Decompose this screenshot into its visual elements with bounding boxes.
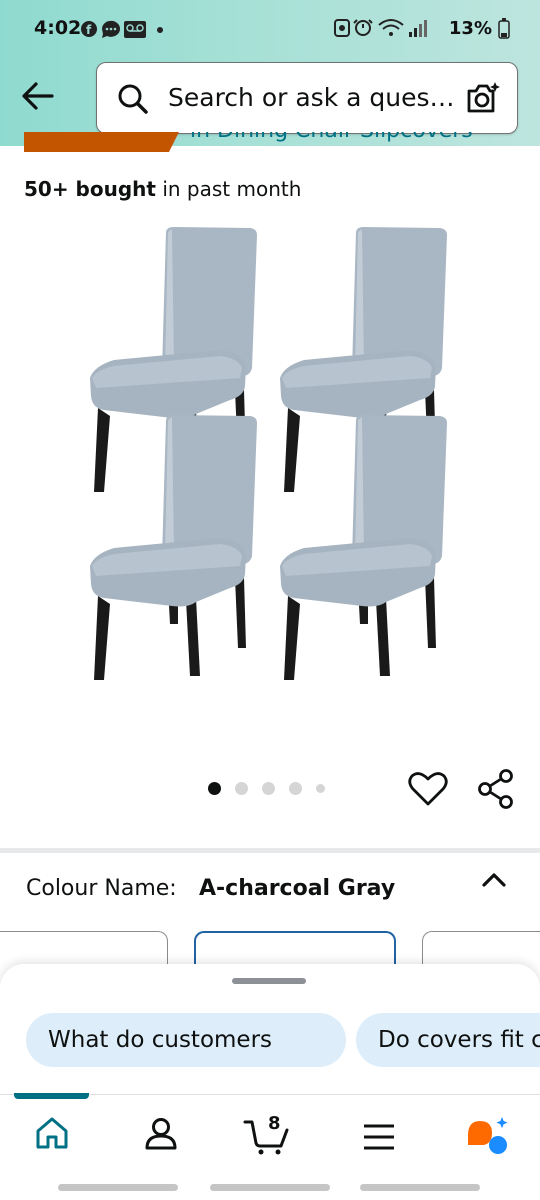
status-right-icons bbox=[333, 19, 427, 37]
rufus-icon[interactable] bbox=[464, 1115, 512, 1157]
gesture-bar bbox=[360, 1184, 480, 1191]
carousel-dot[interactable] bbox=[235, 782, 248, 795]
battery-icon bbox=[498, 18, 510, 39]
chevron-up-icon[interactable] bbox=[480, 870, 508, 890]
share-icon[interactable] bbox=[476, 768, 516, 810]
sheet-handle[interactable] bbox=[232, 978, 306, 984]
app-header: 4:02 f 13% Search or ask a ques… bbox=[0, 0, 540, 146]
home-icon[interactable] bbox=[34, 1115, 70, 1151]
bottom-nav bbox=[0, 1093, 540, 1181]
gesture-bar bbox=[210, 1184, 330, 1191]
battery-percent: 13% bbox=[448, 17, 492, 39]
menu-icon[interactable] bbox=[362, 1123, 396, 1151]
carousel-dot[interactable] bbox=[289, 782, 302, 795]
notification-icons: f bbox=[81, 20, 163, 38]
colour-value: A-charcoal Gray bbox=[199, 876, 396, 901]
cart-count: 8 bbox=[268, 1113, 281, 1134]
active-tab-indicator bbox=[14, 1093, 89, 1099]
search-placeholder: Search or ask a ques… bbox=[168, 83, 455, 112]
bought-count: 50+ bought bbox=[24, 177, 156, 201]
search-bar[interactable]: Search or ask a ques… bbox=[96, 62, 518, 134]
status-bar: 4:02 f 13% bbox=[0, 0, 540, 58]
svg-text:f: f bbox=[86, 23, 92, 37]
gesture-bar bbox=[58, 1184, 178, 1191]
bestseller-row: in Dining Chair Slipcovers bbox=[0, 132, 540, 154]
search-icon bbox=[118, 84, 148, 114]
bought-in-past-month: 50+ bought in past month bbox=[24, 177, 301, 201]
colour-selector-header[interactable]: Colour Name: A-charcoal Gray bbox=[0, 856, 540, 922]
camera-search-icon[interactable] bbox=[465, 81, 501, 115]
suggestion-chip[interactable]: What do customers bbox=[26, 1013, 346, 1067]
account-icon[interactable] bbox=[143, 1115, 179, 1151]
product-image[interactable] bbox=[70, 220, 470, 730]
bestseller-category[interactable]: in Dining Chair Slipcovers bbox=[190, 132, 473, 143]
suggestion-chip[interactable]: Do covers fit c bbox=[356, 1013, 540, 1067]
status-right: 13% bbox=[333, 16, 510, 40]
carousel-indicator bbox=[208, 782, 325, 795]
bought-suffix: in past month bbox=[155, 177, 302, 201]
status-time: 4:02 bbox=[34, 17, 82, 39]
bestseller-badge bbox=[24, 132, 169, 152]
bestseller-badge-tail bbox=[169, 132, 179, 152]
section-divider bbox=[0, 848, 540, 853]
heart-icon[interactable] bbox=[408, 770, 448, 808]
carousel-dot[interactable] bbox=[262, 782, 275, 795]
carousel-dot[interactable] bbox=[208, 782, 221, 795]
carousel-dot[interactable] bbox=[316, 784, 325, 793]
arrow-left-icon[interactable] bbox=[20, 78, 56, 114]
colour-label: Colour Name: bbox=[26, 876, 177, 901]
